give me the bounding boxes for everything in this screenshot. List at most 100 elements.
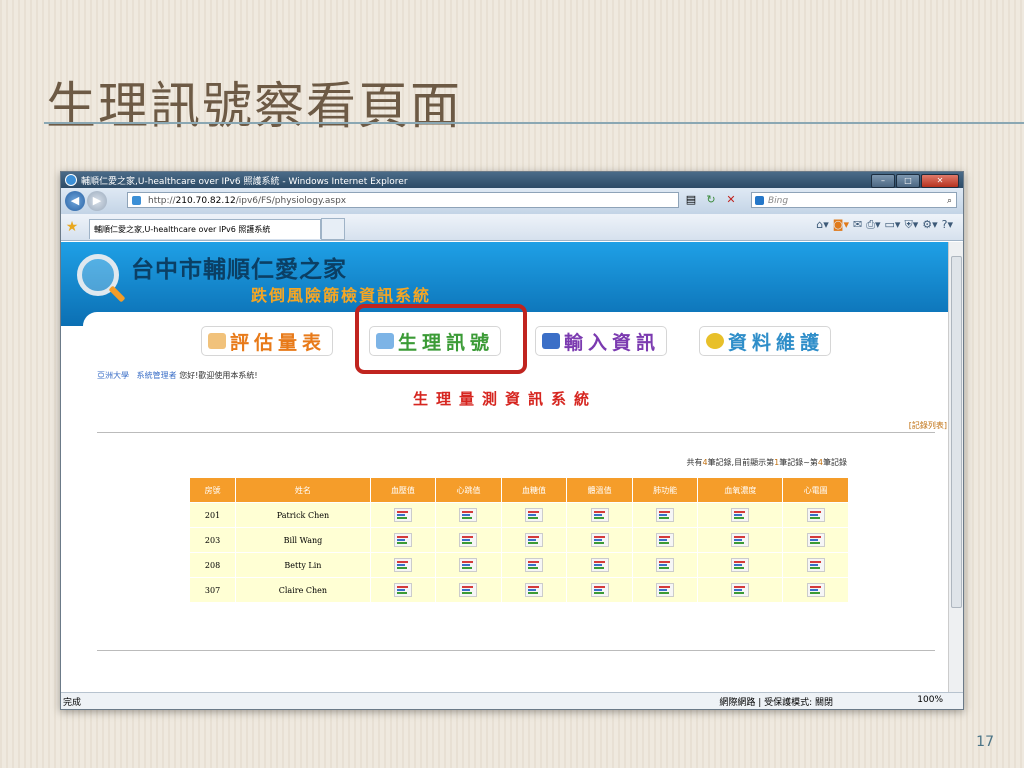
address-bar[interactable]: http://210.70.82.12/ipv6/FS/physiology.a… [127,192,679,208]
page-menu-icon[interactable]: ▭▾ [885,218,901,232]
feeds-icon[interactable]: ◙▾ [833,218,849,232]
search-box[interactable]: Bing ⌕ [751,192,957,208]
status-bar: 完成 網際網路 | 受保護模式: 關閉 100% [61,692,963,709]
chart-icon[interactable] [656,533,675,547]
chart-cell [369,527,437,553]
favorites-star-icon[interactable]: ★ [61,219,83,235]
count-suffix: 筆記錄 [823,458,847,467]
gear-icon [706,333,724,349]
chart-cell [697,552,784,578]
menu-input-info[interactable]: 輸入資訊 [535,326,668,356]
chart-icon[interactable] [459,558,478,572]
chart-icon[interactable] [806,508,825,522]
close-button[interactable]: ✕ [921,174,959,188]
welcome-text: 亞洲大學 系統管理者 您好!歡迎使用本系統! [97,370,258,381]
chart-cell [435,577,502,603]
divider [97,432,935,433]
chart-icon[interactable] [525,558,544,572]
chart-icon[interactable] [393,508,412,522]
mail-icon[interactable]: ✉ [853,218,862,232]
chart-cell [697,577,784,603]
chart-icon[interactable] [656,583,675,597]
search-placeholder: Bing [768,196,789,206]
chart-cell [369,577,437,603]
browser-tab[interactable]: 輔順仁愛之家,U-healthcare over IPv6 照護系統 [89,219,321,239]
tab-title: 輔順仁愛之家,U-healthcare over IPv6 照護系統 [94,225,271,234]
chart-cell [566,552,633,578]
table-row: 203 Bill Wang [188,527,849,553]
table-row: 208 Betty Lin [188,552,849,578]
maximize-button[interactable]: □ [896,174,920,188]
compat-view-icon[interactable]: ▤ [683,192,699,208]
count-to-text: 筆記錄~第 [779,458,818,467]
chart-cell [500,527,568,553]
vertical-scrollbar[interactable] [948,242,963,693]
chart-icon[interactable] [459,583,478,597]
chart-icon[interactable] [731,508,750,522]
zoom-level[interactable]: 100% [917,695,943,705]
security-zone: 網際網路 | 受保護模式: 關閉 [719,698,833,708]
home-icon[interactable]: ⌂▾ [816,218,829,232]
chart-icon[interactable] [393,533,412,547]
search-icon[interactable]: ⌕ [947,193,952,209]
chart-icon[interactable] [590,508,609,522]
back-button[interactable]: ◀ [65,191,85,211]
help-icon[interactable]: ?▾ [942,218,953,232]
chart-icon[interactable] [806,558,825,572]
chart-icon[interactable] [731,533,750,547]
title-underline [44,122,1024,124]
menu-label: 評估量表 [230,331,327,354]
minimize-button[interactable]: – [871,174,895,188]
chart-icon[interactable] [656,558,675,572]
bing-icon [755,196,764,205]
chart-icon[interactable] [459,508,478,522]
forward-button[interactable]: ▶ [87,191,107,211]
chart-cell [500,502,568,528]
chart-cell [435,527,502,553]
chart-cell [782,527,849,553]
chart-icon[interactable] [731,583,750,597]
pencil-icon [208,333,226,349]
chart-icon[interactable] [590,533,609,547]
chart-icon[interactable] [590,558,609,572]
chart-cell [435,552,502,578]
stop-icon[interactable]: ✕ [723,192,739,208]
menu-assessment[interactable]: 評估量表 [201,326,334,356]
chart-icon[interactable] [806,583,825,597]
room-number: 203 [188,527,237,553]
browser-window: 輔順仁愛之家,U-healthcare over IPv6 照護系統 - Win… [60,171,964,710]
col-header: 心跳值 [435,477,502,503]
col-header: 心電圖 [782,477,849,503]
window-titlebar: 輔順仁愛之家,U-healthcare over IPv6 照護系統 - Win… [61,172,963,188]
print-icon[interactable]: ⎙▾ [866,218,880,232]
menu-data-maintenance[interactable]: 資料維護 [699,326,832,356]
safety-icon[interactable]: ⛨▾ [904,218,918,232]
chart-icon[interactable] [806,533,825,547]
chart-icon[interactable] [459,533,478,547]
new-tab-button[interactable] [321,218,345,240]
page-icon [132,196,141,205]
room-number: 201 [188,502,237,528]
chart-icon[interactable] [525,508,544,522]
chart-icon[interactable] [525,583,544,597]
refresh-icon[interactable]: ↻ [703,192,719,208]
col-header: 血糖值 [500,477,568,503]
resident-name: Bill Wang [235,527,371,553]
table-row: 201 Patrick Chen [188,502,849,528]
record-list-link[interactable]: [記錄列表] [909,420,947,431]
slide-number: 17 [976,734,994,750]
tools-gear-icon[interactable]: ⚙▾ [922,218,937,232]
chart-cell [566,527,633,553]
chart-icon[interactable] [525,533,544,547]
chart-icon[interactable] [590,583,609,597]
url-path: /ipv6/FS/physiology.aspx [235,196,347,206]
chart-icon[interactable] [393,558,412,572]
chart-icon[interactable] [731,558,750,572]
org-name: 台中市輔順仁愛之家 [131,257,347,283]
scrollbar-thumb[interactable] [951,256,962,608]
count-mid: 筆記錄,目前顯示第 [707,458,775,467]
chart-icon[interactable] [656,508,675,522]
navigation-bar: ◀ ▶ http://210.70.82.12/ipv6/FS/physiolo… [61,188,963,214]
chart-icon[interactable] [393,583,412,597]
room-number: 307 [188,577,237,603]
